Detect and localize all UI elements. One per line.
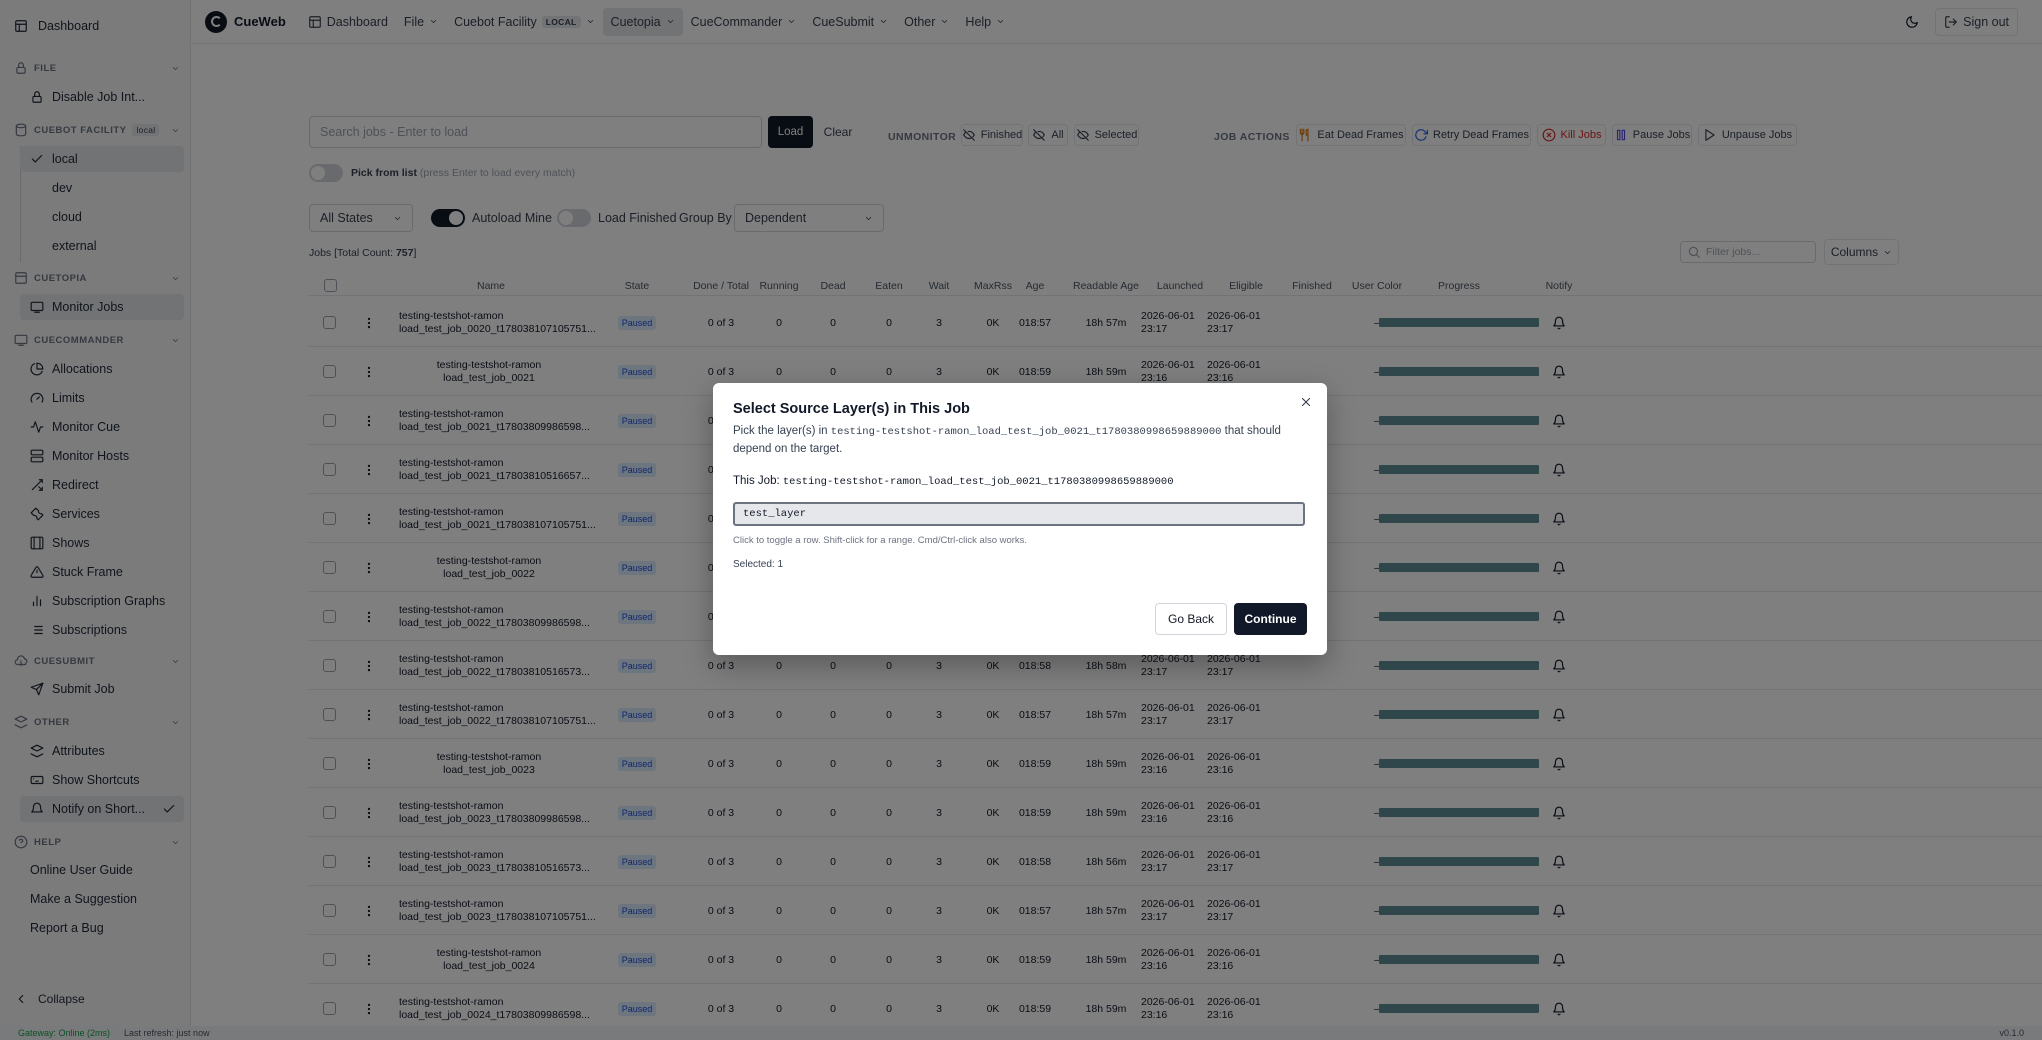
selected-count: Selected: 1 [733,559,783,570]
desc-job-name: testing-testshot-ramon_load_test_job_002… [830,426,1222,438]
selection-hint: Click to toggle a row. Shift-click for a… [733,535,1028,546]
go-back-button[interactable]: Go Back [1155,603,1227,635]
this-job: This Job: testing-testshot-ramon_load_te… [733,475,1174,488]
dialog-title: Select Source Layer(s) in This Job [733,401,970,417]
this-job-name: testing-testshot-ramon_load_test_job_002… [782,476,1174,488]
selected-value: 1 [777,559,784,570]
continue-button[interactable]: Continue [1234,603,1307,635]
continue-label: Continue [1244,612,1297,626]
close-icon[interactable] [1299,395,1313,412]
go-back-label: Go Back [1167,612,1215,626]
layer-row-selected[interactable]: test_layer [733,502,1305,526]
layer-name: test_layer [743,508,807,520]
this-job-label: This Job: [733,475,783,487]
select-source-layers-dialog: Select Source Layer(s) in This Job Pick … [713,383,1327,655]
desc-prefix: Pick the layer(s) in [733,425,831,437]
dialog-description: Pick the layer(s) in testing-testshot-ra… [733,423,1303,458]
selected-label: Selected: [733,559,778,570]
